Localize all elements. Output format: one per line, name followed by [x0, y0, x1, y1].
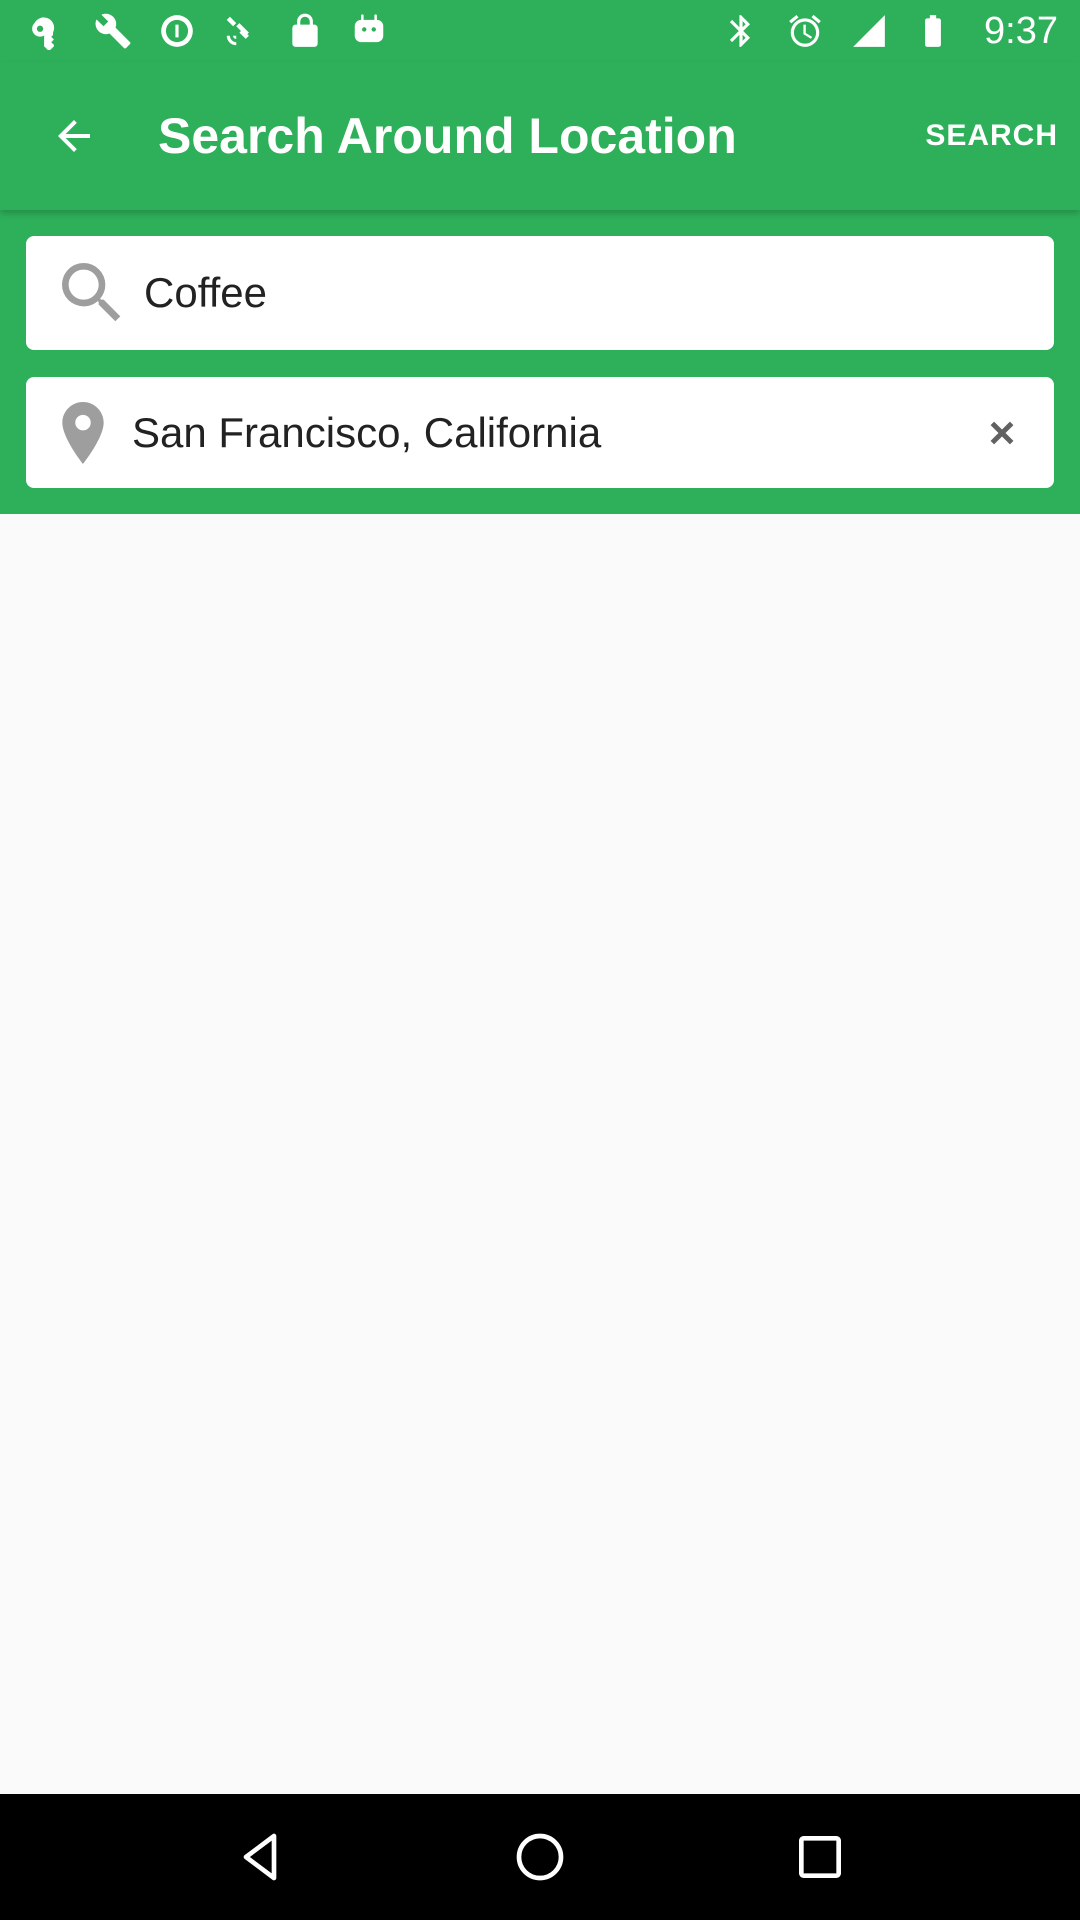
- results-area: [0, 514, 1080, 1794]
- search-icon: [42, 253, 142, 333]
- search-button[interactable]: SEARCH: [925, 62, 1058, 210]
- nav-back-button[interactable]: [215, 1812, 305, 1902]
- navigation-bar: [0, 1794, 1080, 1920]
- signal-icon: [850, 12, 888, 50]
- clock-time: 9:37: [984, 9, 1058, 52]
- query-field: [26, 236, 1054, 350]
- arrow-back-icon: [58, 120, 90, 152]
- lock-icon: [286, 12, 324, 50]
- status-bar: 9:37: [0, 0, 1080, 62]
- nav-home-button[interactable]: [495, 1812, 585, 1902]
- search-panel: [0, 210, 1080, 514]
- status-left-icons: [30, 12, 388, 50]
- battery-icon: [914, 12, 952, 50]
- app-bar: Search Around Location SEARCH: [0, 62, 1080, 210]
- satellite-icon: [222, 12, 260, 50]
- bluetooth-icon: [722, 12, 760, 50]
- back-triangle-icon: [243, 1833, 277, 1881]
- page-title: Search Around Location: [158, 108, 737, 164]
- data-saver-icon: [158, 12, 196, 50]
- recents-square-icon: [799, 1836, 841, 1878]
- back-button[interactable]: [30, 92, 118, 180]
- key-icon: [30, 12, 68, 50]
- alarm-icon: [786, 12, 824, 50]
- clear-location-button[interactable]: [972, 403, 1032, 463]
- status-right-icons: 9:37: [722, 10, 1058, 53]
- location-pin-icon: [48, 401, 118, 464]
- wrench-icon: [94, 12, 132, 50]
- android-icon: [350, 12, 388, 50]
- nav-recents-button[interactable]: [775, 1812, 865, 1902]
- close-icon: [990, 421, 1014, 444]
- location-input[interactable]: [132, 377, 972, 488]
- search-input[interactable]: [144, 236, 1054, 350]
- screen: 9:37 Search Around Location SEARCH: [0, 0, 1080, 1920]
- location-field: [26, 377, 1054, 488]
- home-circle-icon: [516, 1833, 564, 1881]
